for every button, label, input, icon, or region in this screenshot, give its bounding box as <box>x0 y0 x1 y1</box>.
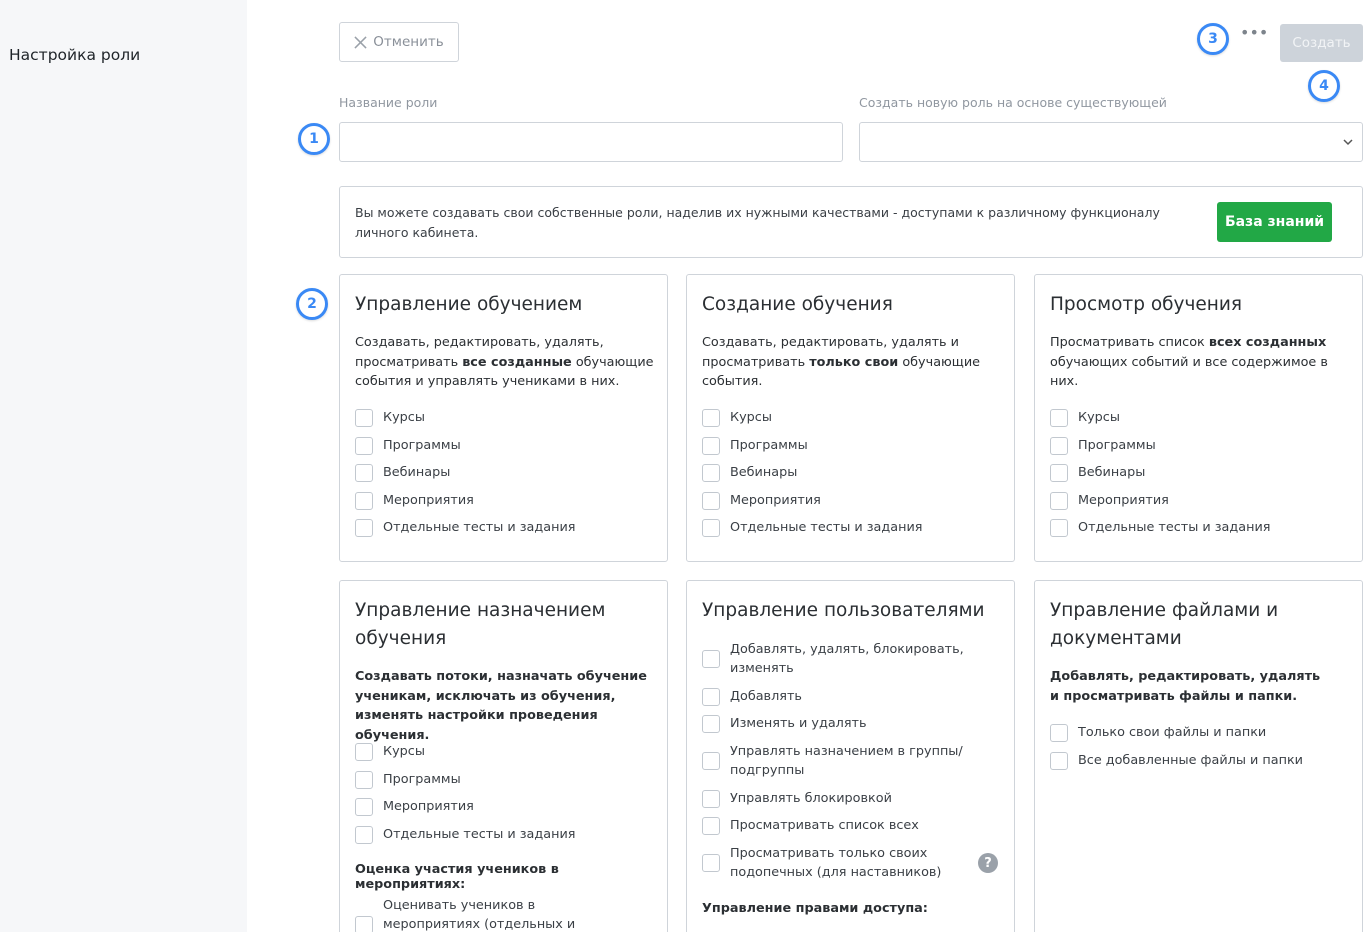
step-badge-2: 2 <box>296 288 328 320</box>
checkbox-user-block[interactable]: Управлять блокировкой <box>702 789 970 808</box>
checkbox-events[interactable]: Мероприятия <box>355 491 623 510</box>
checkbox-tests[interactable]: Отдельные тесты и задания <box>1050 518 1318 537</box>
checkbox[interactable] <box>355 463 373 482</box>
base-role-label: Создать новую роль на основе существующе… <box>859 95 1167 110</box>
checkbox[interactable] <box>702 687 720 706</box>
checkbox-programs[interactable]: Программы <box>355 770 623 789</box>
card-title: Создание обучения <box>702 294 893 315</box>
step-badge-4: 4 <box>1308 70 1340 102</box>
step-badge-3: 3 <box>1197 23 1229 55</box>
checkbox[interactable] <box>1050 491 1068 510</box>
checkbox[interactable] <box>355 436 373 455</box>
knowledge-base-button[interactable]: База знаний <box>1217 202 1332 242</box>
checkbox-webinars[interactable]: Вебинары <box>355 463 623 482</box>
checkbox[interactable] <box>1050 463 1068 482</box>
checkbox[interactable] <box>355 518 373 537</box>
card-title: Управление обучением <box>355 294 583 315</box>
role-name-label: Название роли <box>339 95 438 110</box>
checkbox[interactable] <box>702 491 720 510</box>
checkbox[interactable] <box>1050 723 1068 742</box>
card-assignment-management: Управление назначением обучения Создават… <box>339 580 668 932</box>
checkbox-user-edit[interactable]: Изменять и удалять <box>702 714 970 733</box>
checkbox-tests[interactable]: Отдельные тесты и задания <box>355 825 623 844</box>
sidebar-title: Настройка роли <box>9 46 141 64</box>
checkbox-webinars[interactable]: Вебинары <box>1050 463 1318 482</box>
checkbox[interactable] <box>355 797 373 816</box>
checkbox[interactable] <box>702 436 720 455</box>
sub-heading: Оценка участия учеников в мероприятиях: <box>355 862 559 892</box>
card-title: Управление файлами и документами <box>1050 600 1279 649</box>
cancel-button-label: Отменить <box>373 34 444 50</box>
card-description: Создавать, редактировать, удалять и прос… <box>702 335 981 389</box>
chevron-down-icon <box>1343 139 1353 146</box>
checkbox-courses[interactable]: Курсы <box>355 408 623 427</box>
checkbox[interactable] <box>702 463 720 482</box>
checkbox[interactable] <box>1050 751 1068 770</box>
checkbox-tests[interactable]: Отдельные тесты и задания <box>355 518 623 537</box>
checkbox-own-files[interactable]: Только свои файлы и папки <box>1050 723 1318 742</box>
checkbox-courses[interactable]: Курсы <box>355 742 623 761</box>
checkbox[interactable] <box>702 518 720 537</box>
checkbox-user-view-all[interactable]: Просматривать список всех <box>702 816 970 835</box>
checkbox-user-view-own[interactable]: Просматривать только своих подопечных (д… <box>702 844 970 882</box>
card-description: Создавать, редактировать, удалять, просм… <box>355 335 654 389</box>
card-training-view: Просмотр обучения Просматривать список в… <box>1034 274 1363 562</box>
checkbox-evaluate-students[interactable]: Оценивать учеников в мероприятиях (отдел… <box>355 896 623 932</box>
checkbox-user-add[interactable]: Добавлять <box>702 687 970 706</box>
checkbox[interactable] <box>1050 408 1068 427</box>
create-button[interactable]: Создать <box>1280 24 1363 62</box>
checkbox[interactable] <box>1050 436 1068 455</box>
checkbox[interactable] <box>702 650 720 668</box>
checkbox-programs[interactable]: Программы <box>355 436 623 455</box>
checkbox[interactable] <box>355 825 373 844</box>
help-icon[interactable]: ? <box>978 853 998 873</box>
checkbox[interactable] <box>355 915 373 932</box>
checkbox-all-files[interactable]: Все добавленные файлы и папки <box>1050 751 1318 770</box>
info-box: Вы можете создавать свои собственные рол… <box>339 186 1363 258</box>
checkbox-programs[interactable]: Программы <box>1050 436 1318 455</box>
checkbox[interactable] <box>702 789 720 808</box>
checkbox-user-full[interactable]: Добавлять, удалять, блокировать, изменят… <box>702 640 970 678</box>
role-name-input[interactable] <box>339 122 843 162</box>
sidebar: Настройка роли <box>0 0 247 932</box>
card-title: Управление назначением обучения <box>355 600 606 649</box>
info-text: Вы можете создавать свои собственные рол… <box>355 205 1160 240</box>
card-title: Управление пользователями <box>702 600 985 621</box>
checkbox-tests[interactable]: Отдельные тесты и задания <box>702 518 970 537</box>
card-title: Просмотр обучения <box>1050 294 1243 315</box>
close-icon <box>354 35 367 49</box>
checkbox[interactable] <box>702 854 720 872</box>
checkbox[interactable] <box>702 816 720 835</box>
checkbox[interactable] <box>1050 518 1068 537</box>
card-description: Создавать потоки, назначать обучение уче… <box>355 669 647 743</box>
checkbox[interactable] <box>355 742 373 761</box>
checkbox-events[interactable]: Мероприятия <box>702 491 970 510</box>
card-user-management: Управление пользователями Добавлять, уда… <box>686 580 1015 932</box>
checkbox[interactable] <box>355 491 373 510</box>
card-description: Добавлять, редактировать, удалять и прос… <box>1050 669 1321 704</box>
checkbox[interactable] <box>355 408 373 427</box>
checkbox-events[interactable]: Мероприятия <box>355 797 623 816</box>
more-options-button[interactable]: ••• <box>1240 25 1268 44</box>
card-description: Просматривать список всех созданных обуч… <box>1050 335 1328 389</box>
cancel-button[interactable]: Отменить <box>339 22 459 62</box>
step-badge-1: 1 <box>298 123 330 155</box>
checkbox[interactable] <box>702 714 720 733</box>
checkbox-courses[interactable]: Курсы <box>702 408 970 427</box>
card-files-management: Управление файлами и документами Добавля… <box>1034 580 1363 932</box>
checkbox-events[interactable]: Мероприятия <box>1050 491 1318 510</box>
checkbox-courses[interactable]: Курсы <box>1050 408 1318 427</box>
checkbox-programs[interactable]: Программы <box>702 436 970 455</box>
checkbox-webinars[interactable]: Вебинары <box>702 463 970 482</box>
base-role-select[interactable] <box>859 122 1363 162</box>
checkbox[interactable] <box>355 770 373 789</box>
card-training-management: Управление обучением Создавать, редактир… <box>339 274 668 562</box>
checkbox-user-groups[interactable]: Управлять назначением в группы/подгруппы <box>702 742 970 780</box>
card-training-creation: Создание обучения Создавать, редактирова… <box>686 274 1015 562</box>
sub-heading: Управление правами доступа: <box>702 901 928 916</box>
checkbox[interactable] <box>702 752 720 770</box>
checkbox[interactable] <box>702 408 720 427</box>
